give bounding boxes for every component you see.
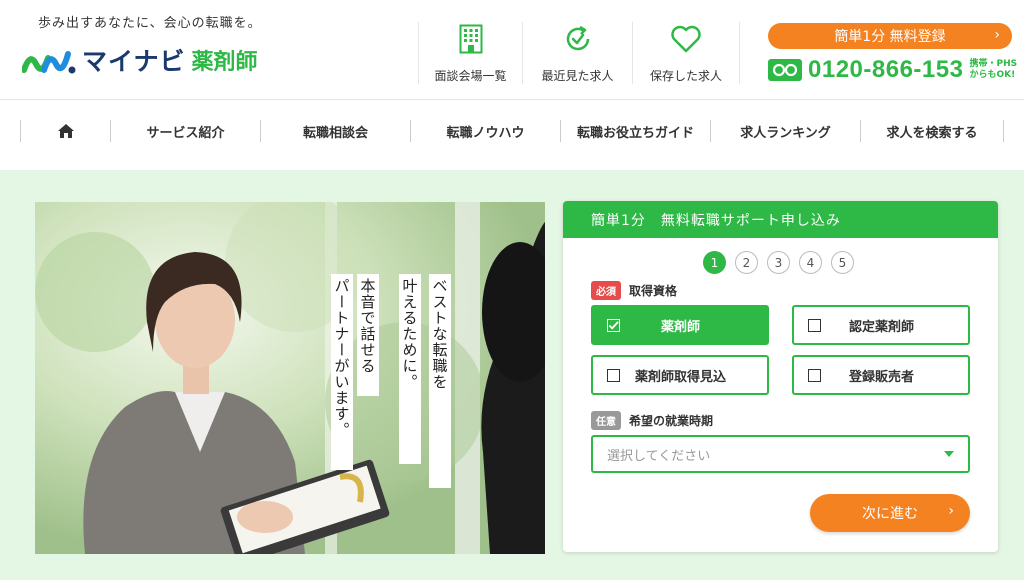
logo-subtext: 薬剤師 <box>191 50 258 75</box>
option-certified-pharmacist[interactable]: 認定薬剤師 <box>792 305 970 345</box>
global-nav-services[interactable]: サービス紹介 <box>110 120 260 142</box>
logo-mark-icon <box>22 51 76 74</box>
home-icon <box>57 124 74 138</box>
history-icon <box>561 22 595 56</box>
option-registered-seller[interactable]: 登録販売者 <box>792 355 970 395</box>
hero-copy-line4: パートナーがいます。 <box>331 274 353 470</box>
option-pharmacist-expected[interactable]: 薬剤師取得見込 <box>591 355 769 395</box>
signup-form: 簡単1分 無料転職サポート申し込み 1 2 3 4 5 必須 取得資格 薬剤師 … <box>563 201 998 552</box>
form-title: 簡単1分 無料転職サポート申し込み <box>563 201 998 238</box>
header-nav-label: 最近見た求人 <box>541 69 614 83</box>
start-period-label: 任意 希望の就業時期 <box>591 411 713 430</box>
required-badge: 必須 <box>591 281 621 300</box>
chevron-right-icon: › <box>948 503 954 519</box>
freedial-icon <box>768 59 802 81</box>
hero-copy-line3: 本音で話せる <box>357 274 379 396</box>
caret-down-icon <box>944 451 954 457</box>
option-label: 薬剤師取得見込 <box>634 369 726 385</box>
hero-image: ベストな転職を 叶えるために。 本音で話せる パートナーがいます。 <box>35 202 545 554</box>
step-1: 1 <box>703 251 726 274</box>
header-nav-label: 保存した求人 <box>649 69 722 83</box>
phone-note-line2: からもOK! <box>969 70 1016 80</box>
global-nav-ranking[interactable]: 求人ランキング <box>710 120 860 142</box>
phone-note: 携帯・PHS からもOK! <box>969 59 1017 81</box>
phone-note-line1: 携帯・PHS <box>969 59 1018 69</box>
global-nav: サービス紹介 転職相談会 転職ノウハウ 転職お役立ちガイド 求人ランキング 求人… <box>0 101 1024 161</box>
start-period-label-text: 希望の就業時期 <box>629 414 714 428</box>
register-button-label: 簡単1分 無料登録 <box>834 29 946 45</box>
header-nav-label: 面談会場一覧 <box>434 69 507 83</box>
qualification-label-text: 取得資格 <box>629 284 678 298</box>
logo-text: マイナビ <box>82 47 186 76</box>
header-nav-saved-jobs[interactable]: 保存した求人 <box>632 22 740 84</box>
step-5: 5 <box>831 251 854 274</box>
option-pharmacist[interactable]: 薬剤師 <box>591 305 769 345</box>
site-logo[interactable]: マイナビ 薬剤師 <box>22 42 258 78</box>
next-button[interactable]: 次に進む › <box>810 494 970 532</box>
phone-contact[interactable]: 0120-866-153 携帯・PHS からもOK! <box>768 56 1017 84</box>
hero-copy-line1: ベストな転職を <box>429 274 451 488</box>
hero-copy-line2: 叶えるために。 <box>399 274 421 464</box>
global-nav-consultation[interactable]: 転職相談会 <box>260 120 410 142</box>
global-nav-home[interactable] <box>20 120 110 142</box>
start-period-select[interactable]: 選択してください <box>591 435 970 473</box>
select-placeholder: 選択してください <box>607 448 711 464</box>
global-nav-knowhow[interactable]: 転職ノウハウ <box>410 120 560 142</box>
optional-badge: 任意 <box>591 411 621 430</box>
step-3: 3 <box>767 251 790 274</box>
global-nav-guide[interactable]: 転職お役立ちガイド <box>560 120 710 142</box>
building-icon <box>454 22 488 56</box>
phone-number: 0120-866-153 <box>808 56 964 83</box>
step-2: 2 <box>735 251 758 274</box>
heart-icon <box>669 22 703 56</box>
qualification-label: 必須 取得資格 <box>591 281 677 300</box>
step-indicator: 1 2 3 4 5 <box>703 251 854 274</box>
header-nav-recently-viewed[interactable]: 最近見た求人 <box>522 22 632 84</box>
global-nav-search[interactable]: 求人を検索する <box>860 120 1004 142</box>
option-label: 登録販売者 <box>848 369 914 385</box>
option-label: 認定薬剤師 <box>848 319 914 335</box>
checkbox-icon <box>808 368 821 382</box>
main-visual-area: ベストな転職を 叶えるために。 本音で話せる パートナーがいます。 簡単1分 無… <box>0 170 1024 580</box>
option-label: 薬剤師 <box>660 319 700 335</box>
step-4: 4 <box>799 251 822 274</box>
tagline: 歩み出すあなたに、会心の転職を。 <box>38 16 262 31</box>
chevron-right-icon: › <box>994 27 1000 43</box>
register-button[interactable]: 簡単1分 無料登録 › <box>768 23 1012 49</box>
next-button-label: 次に進む <box>862 506 918 522</box>
hero-photo <box>35 202 545 554</box>
header-nav-interview-venues[interactable]: 面談会場一覧 <box>418 22 522 84</box>
checkbox-icon <box>808 318 821 332</box>
checkbox-icon <box>607 368 620 382</box>
checkbox-checked-icon <box>607 318 620 332</box>
site-header: 歩み出すあなたに、会心の転職を。 マイナビ 薬剤師 面談会場一覧 最近見た求人 … <box>0 0 1024 100</box>
